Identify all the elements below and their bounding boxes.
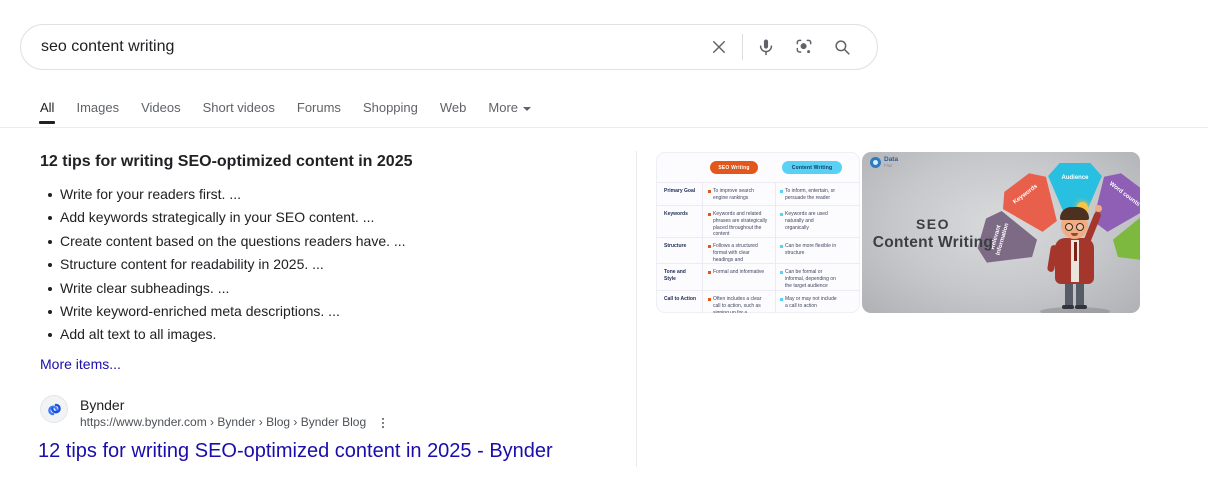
tab-forums[interactable]: Forums xyxy=(297,100,341,115)
seo-cell: Follows a structured format with clear h… xyxy=(708,243,770,263)
thumbnail-seo-vs-content-table[interactable]: SEO Writing Content Writing Primary Goal… xyxy=(656,152,860,313)
tab-all[interactable]: All xyxy=(40,100,54,115)
tab-images[interactable]: Images xyxy=(76,100,119,115)
dataflair-logo-icon xyxy=(870,157,881,168)
content-cell: To inform, entertain, or persuade the re… xyxy=(780,188,838,205)
row-label: Tone and Style xyxy=(664,269,698,290)
tabbar-divider xyxy=(0,127,1208,128)
source-breadcrumb: https://www.bynder.com › Bynder › Blog ›… xyxy=(80,414,366,431)
search-bar[interactable]: seo content writing xyxy=(20,24,878,70)
content-cell: Can be formal or informal, depending on … xyxy=(780,269,838,290)
pill-seo-writing: SEO Writing xyxy=(710,161,758,174)
content-cell: Can be more flexible in structure xyxy=(780,243,838,263)
result-title-link[interactable]: 12 tips for writing SEO-optimized conten… xyxy=(38,440,553,463)
illustration-title-line1: SEO xyxy=(862,216,1004,232)
row-label: Structure xyxy=(664,243,698,263)
illustration-title: SEO Content Writing xyxy=(862,216,1004,252)
tab-more-label: More xyxy=(488,100,518,115)
search-bar-actions xyxy=(700,27,861,67)
lens-icon[interactable] xyxy=(785,27,823,67)
thumbnail-seo-content-writing-illustration[interactable]: Data Flair SEO Content Writing Relevant … xyxy=(862,152,1140,313)
snippet-bullet: Write keyword-enriched meta descriptions… xyxy=(40,302,470,321)
seo-cell: To improve search engine rankings xyxy=(708,188,770,205)
snippet-bullet: Write clear subheadings. ... xyxy=(40,279,470,298)
chevron-down-icon xyxy=(523,107,531,111)
content-divider xyxy=(636,151,637,467)
row-label: Primary Goal xyxy=(664,188,698,205)
source-site-name: Bynder xyxy=(80,397,390,414)
bynder-favicon xyxy=(40,395,68,423)
snippet-bullet-list: Write for your readers first. ... Add ke… xyxy=(40,185,470,349)
snippet-bullet: Create content based on the questions re… xyxy=(40,232,470,251)
source-text: Bynder https://www.bynder.com › Bynder ›… xyxy=(80,395,390,431)
mic-icon[interactable] xyxy=(747,27,785,67)
snippet-heading: 12 tips for writing SEO-optimized conten… xyxy=(40,153,413,171)
seo-cell: Formal and informative xyxy=(708,269,770,290)
clear-icon[interactable] xyxy=(700,27,738,67)
table-row: Structure Follows a structured format wi… xyxy=(656,237,860,263)
row-label: Call to Action xyxy=(664,296,698,313)
result-source[interactable]: Bynder https://www.bynder.com › Bynder ›… xyxy=(40,395,390,431)
brand-text: Flair xyxy=(884,163,898,168)
table-row: Tone and Style Formal and informative Ca… xyxy=(656,263,860,290)
search-input[interactable]: seo content writing xyxy=(41,38,700,56)
seo-cell: Keywords and related phrases are strateg… xyxy=(708,211,770,237)
more-options-icon[interactable] xyxy=(376,416,390,430)
snippet-bullet: Add alt text to all images. xyxy=(40,325,470,344)
tab-more[interactable]: More xyxy=(488,100,531,115)
tab-videos[interactable]: Videos xyxy=(141,100,181,115)
dataflair-logo: Data Flair xyxy=(870,157,898,168)
comparison-table: Primary Goal To improve search engine ra… xyxy=(656,182,860,313)
more-items-link[interactable]: More items... xyxy=(40,356,121,372)
table-row: Keywords Keywords and related phrases ar… xyxy=(656,205,860,237)
seo-cell: Often includes a clear call to action, s… xyxy=(708,296,770,313)
result-type-tabs: All Images Videos Short videos Forums Sh… xyxy=(40,100,531,115)
table-row: Call to Action Often includes a clear ca… xyxy=(656,290,860,313)
tab-web[interactable]: Web xyxy=(440,100,467,115)
snippet-bullet: Add keywords strategically in your SEO c… xyxy=(40,208,470,227)
snippet-bullet: Write for your readers first. ... xyxy=(40,185,470,204)
search-icon[interactable] xyxy=(823,27,861,67)
row-label: Keywords xyxy=(664,211,698,237)
tab-shopping[interactable]: Shopping xyxy=(363,100,418,115)
content-cell: May or may not include a call to action xyxy=(780,296,838,313)
table-row: Primary Goal To improve search engine ra… xyxy=(656,182,860,205)
tab-short-videos[interactable]: Short videos xyxy=(203,100,275,115)
search-bar-divider xyxy=(742,34,743,60)
illustration-title-line2: Content Writing xyxy=(862,234,1004,252)
pill-content-writing: Content Writing xyxy=(782,161,842,174)
snippet-bullet: Structure content for readability in 202… xyxy=(40,255,470,274)
google-search-results-page: seo content writing xyxy=(0,0,1208,481)
content-cell: Keywords are used naturally and organica… xyxy=(780,211,838,237)
